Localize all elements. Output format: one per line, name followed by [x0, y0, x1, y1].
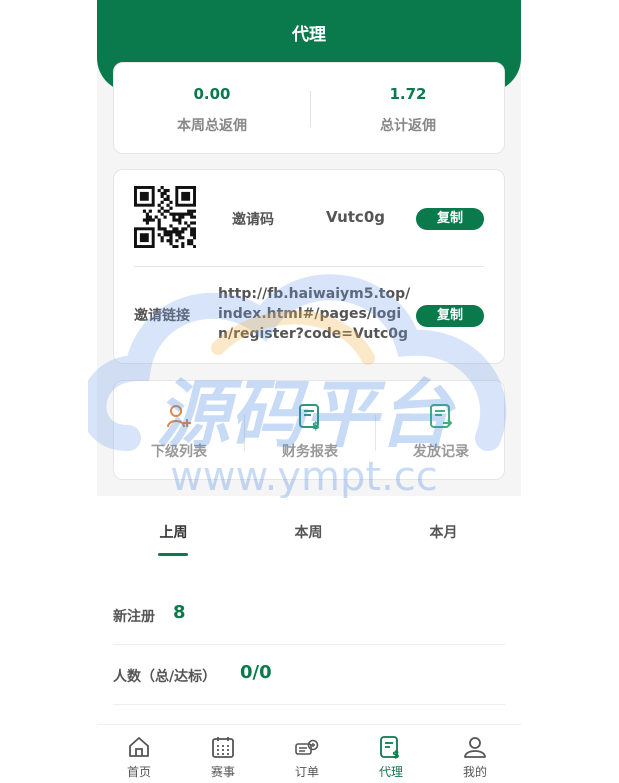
invite-link-label: 邀请链接: [134, 308, 190, 324]
page-title: 代理: [292, 25, 326, 45]
nav-label: 我的: [462, 765, 487, 779]
metric-headcount: 人数（总/达标） 0/0: [113, 644, 505, 705]
menu-subordinate-list[interactable]: 下级列表: [114, 381, 244, 481]
invite-link: http://fb.haiwaiym5.top/index.html#/page…: [218, 286, 411, 342]
team-icon: [167, 405, 191, 428]
metric-label: 人数（总/达标）: [113, 669, 217, 685]
svg-text:$: $: [312, 419, 320, 431]
qr-code: [134, 186, 196, 248]
invite-code: Vutc0g: [326, 208, 385, 226]
commission-summary-card: 0.00 本周总返佣 1.72 总计返佣: [113, 62, 505, 154]
nav-agent[interactable]: $ 代理: [349, 725, 433, 783]
period-tabs: 上周 本周 本月: [97, 496, 521, 584]
nav-label: 代理: [378, 765, 403, 779]
weekly-commission: 0.00 本周总返佣: [114, 63, 310, 155]
invite-divider: [134, 266, 484, 267]
menu-label: 发放记录: [413, 444, 469, 460]
ticket-icon: [295, 739, 319, 755]
metric-value: 8: [173, 602, 186, 623]
home-icon: [129, 737, 149, 757]
tab-this-month[interactable]: 本月: [373, 522, 514, 542]
metric-new-registrations: 新注册 8: [113, 584, 505, 645]
agent-report-icon: $: [380, 736, 400, 759]
nav-home[interactable]: 首页: [97, 725, 181, 783]
total-commission: 1.72 总计返佣: [310, 63, 506, 155]
payout-record-icon: [430, 404, 453, 428]
active-tab-indicator: [158, 553, 188, 556]
metrics-list: 新注册 8 人数（总/达标） 0/0: [97, 584, 521, 724]
metric-label: 新注册: [113, 609, 155, 625]
metric-value: 0/0: [240, 662, 272, 683]
weekly-commission-label: 本周总返佣: [177, 118, 247, 134]
nav-label: 订单: [294, 765, 319, 779]
menu-label: 财务报表: [282, 444, 338, 460]
calendar-icon: [212, 737, 234, 758]
agent-menu: 下级列表 $ 财务报表 发放记录: [113, 380, 505, 480]
weekly-commission-value: 0.00: [193, 85, 231, 103]
menu-label: 下级列表: [151, 444, 207, 460]
invite-code-label: 邀请码: [232, 212, 274, 228]
svg-text:$: $: [392, 748, 400, 759]
nav-orders[interactable]: 订单: [265, 725, 349, 783]
total-commission-value: 1.72: [389, 85, 427, 103]
tab-last-week[interactable]: 上周: [103, 522, 244, 542]
copy-code-button[interactable]: 复制: [416, 208, 484, 230]
menu-payout-record[interactable]: 发放记录: [376, 381, 506, 481]
menu-finance-report[interactable]: $ 财务报表: [245, 381, 375, 481]
tab-this-week[interactable]: 本周: [238, 522, 379, 542]
bottom-nav: 首页 赛事 订单 $ 代理 我的: [97, 724, 521, 783]
nav-label: 赛事: [210, 765, 235, 779]
total-commission-label: 总计返佣: [380, 118, 436, 134]
finance-report-icon: $: [299, 404, 320, 431]
invite-card: 邀请码 Vutc0g 复制 邀请链接 http://fb.haiwaiym5.t…: [113, 169, 505, 364]
nav-events[interactable]: 赛事: [181, 725, 265, 783]
user-icon: [464, 737, 486, 758]
nav-label: 首页: [126, 765, 151, 779]
app-screen: 代理 0.00 本周总返佣 1.72 总计返佣 邀请码 Vutc0g 复制 邀请…: [97, 0, 521, 783]
nav-profile[interactable]: 我的: [433, 725, 517, 783]
copy-link-button[interactable]: 复制: [416, 305, 484, 327]
